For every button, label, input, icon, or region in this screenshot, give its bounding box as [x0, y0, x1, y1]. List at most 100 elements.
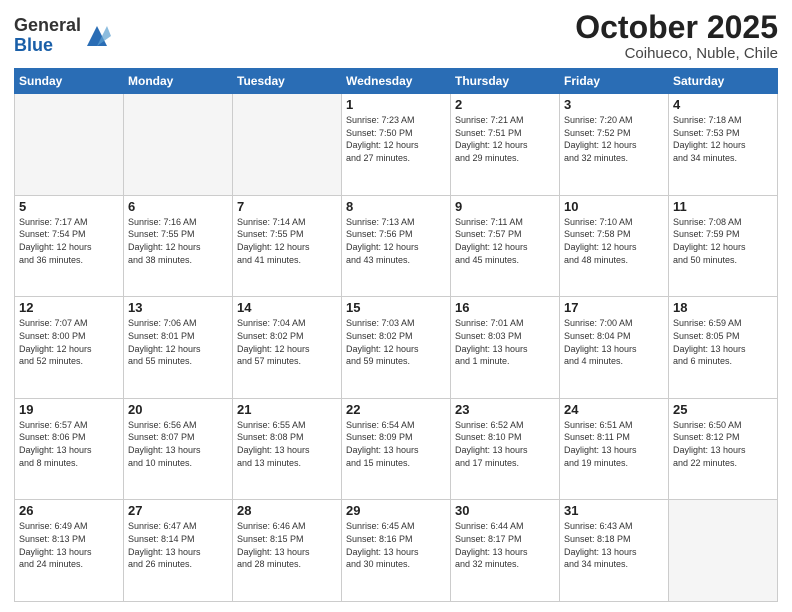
day-number: 16 — [455, 300, 555, 315]
calendar-cell: 18Sunrise: 6:59 AMSunset: 8:05 PMDayligh… — [669, 297, 778, 399]
calendar-header-row: Sunday Monday Tuesday Wednesday Thursday… — [15, 69, 778, 94]
col-saturday: Saturday — [669, 69, 778, 94]
calendar-cell: 6 Sunrise: 7:16 AMSunset: 7:55 PMDaylight… — [124, 195, 233, 297]
calendar-cell: 24 Sunrise: 6:51 AMSunset: 8:11 PMDayligh… — [560, 398, 669, 500]
calendar-table: Sunday Monday Tuesday Wednesday Thursday… — [14, 68, 778, 602]
calendar-cell: 27Sunrise: 6:47 AMSunset: 8:14 PMDayligh… — [124, 500, 233, 602]
calendar-cell: 11 Sunrise: 7:08 AMSunset: 7:59 PMDayligh… — [669, 195, 778, 297]
day-info: Sunrise: 6:43 AMSunset: 8:18 PMDaylight:… — [564, 520, 664, 570]
calendar-week-2: 5 Sunrise: 7:17 AMSunset: 7:54 PMDaylight… — [15, 195, 778, 297]
calendar-cell: 4 Sunrise: 7:18 AMSunset: 7:53 PMDaylight… — [669, 94, 778, 196]
calendar-cell: 28Sunrise: 6:46 AMSunset: 8:15 PMDayligh… — [233, 500, 342, 602]
day-info: Sunrise: 6:52 AMSunset: 8:10 PMDaylight:… — [455, 419, 555, 469]
calendar-cell — [669, 500, 778, 602]
day-info: Sunrise: 7:04 AMSunset: 8:02 PMDaylight:… — [237, 317, 337, 367]
day-number: 7 — [237, 199, 337, 214]
calendar-cell: 15Sunrise: 7:03 AMSunset: 8:02 PMDayligh… — [342, 297, 451, 399]
calendar-cell: 31Sunrise: 6:43 AMSunset: 8:18 PMDayligh… — [560, 500, 669, 602]
day-info: Sunrise: 7:14 AMSunset: 7:55 PMDaylight:… — [237, 216, 337, 266]
calendar-cell: 9 Sunrise: 7:11 AMSunset: 7:57 PMDaylight… — [451, 195, 560, 297]
day-number: 21 — [237, 402, 337, 417]
header: General Blue October 2025 Coihueco, Nubl… — [14, 10, 778, 62]
day-number: 6 — [128, 199, 228, 214]
col-wednesday: Wednesday — [342, 69, 451, 94]
day-number: 18 — [673, 300, 773, 315]
day-info: Sunrise: 6:50 AMSunset: 8:12 PMDaylight:… — [673, 419, 773, 469]
day-info: Sunrise: 7:16 AMSunset: 7:55 PMDaylight:… — [128, 216, 228, 266]
day-info: Sunrise: 7:23 AMSunset: 7:50 PMDaylight:… — [346, 114, 446, 164]
calendar-cell: 3 Sunrise: 7:20 AMSunset: 7:52 PMDaylight… — [560, 94, 669, 196]
day-number: 24 — [564, 402, 664, 417]
calendar-cell: 19Sunrise: 6:57 AMSunset: 8:06 PMDayligh… — [15, 398, 124, 500]
day-info: Sunrise: 7:01 AMSunset: 8:03 PMDaylight:… — [455, 317, 555, 367]
day-number: 22 — [346, 402, 446, 417]
day-info: Sunrise: 7:06 AMSunset: 8:01 PMDaylight:… — [128, 317, 228, 367]
col-monday: Monday — [124, 69, 233, 94]
day-info: Sunrise: 7:13 AMSunset: 7:56 PMDaylight:… — [346, 216, 446, 266]
day-info: Sunrise: 6:54 AMSunset: 8:09 PMDaylight:… — [346, 419, 446, 469]
calendar-cell: 17 Sunrise: 7:00 AMSunset: 8:04 PMDayligh… — [560, 297, 669, 399]
calendar-cell — [15, 94, 124, 196]
calendar-cell: 1 Sunrise: 7:23 AMSunset: 7:50 PMDaylight… — [342, 94, 451, 196]
day-info: Sunrise: 6:44 AMSunset: 8:17 PMDaylight:… — [455, 520, 555, 570]
col-thursday: Thursday — [451, 69, 560, 94]
day-number: 9 — [455, 199, 555, 214]
calendar-cell: 13Sunrise: 7:06 AMSunset: 8:01 PMDayligh… — [124, 297, 233, 399]
title-block: October 2025 Coihueco, Nuble, Chile — [575, 10, 778, 62]
day-number: 17 — [564, 300, 664, 315]
day-number: 1 — [346, 97, 446, 112]
day-info: Sunrise: 6:56 AMSunset: 8:07 PMDaylight:… — [128, 419, 228, 469]
day-number: 10 — [564, 199, 664, 214]
day-number: 27 — [128, 503, 228, 518]
calendar-cell: 8 Sunrise: 7:13 AMSunset: 7:56 PMDaylight… — [342, 195, 451, 297]
calendar-cell: 12 Sunrise: 7:07 AMSunset: 8:00 PMDayligh… — [15, 297, 124, 399]
day-number: 4 — [673, 97, 773, 112]
calendar-cell: 25 Sunrise: 6:50 AMSunset: 8:12 PMDayligh… — [669, 398, 778, 500]
logo: General Blue — [14, 16, 111, 56]
calendar-cell: 20Sunrise: 6:56 AMSunset: 8:07 PMDayligh… — [124, 398, 233, 500]
calendar-cell — [124, 94, 233, 196]
day-number: 26 — [19, 503, 119, 518]
day-number: 30 — [455, 503, 555, 518]
calendar-cell: 5 Sunrise: 7:17 AMSunset: 7:54 PMDaylight… — [15, 195, 124, 297]
calendar-cell: 26 Sunrise: 6:49 AMSunset: 8:13 PMDayligh… — [15, 500, 124, 602]
col-friday: Friday — [560, 69, 669, 94]
calendar-week-5: 26 Sunrise: 6:49 AMSunset: 8:13 PMDayligh… — [15, 500, 778, 602]
calendar-cell — [233, 94, 342, 196]
calendar-cell: 21Sunrise: 6:55 AMSunset: 8:08 PMDayligh… — [233, 398, 342, 500]
day-info: Sunrise: 6:45 AMSunset: 8:16 PMDaylight:… — [346, 520, 446, 570]
day-number: 14 — [237, 300, 337, 315]
day-info: Sunrise: 7:10 AMSunset: 7:58 PMDaylight:… — [564, 216, 664, 266]
day-info: Sunrise: 7:20 AMSunset: 7:52 PMDaylight:… — [564, 114, 664, 164]
day-info: Sunrise: 7:11 AMSunset: 7:57 PMDaylight:… — [455, 216, 555, 266]
day-info: Sunrise: 7:17 AMSunset: 7:54 PMDaylight:… — [19, 216, 119, 266]
day-info: Sunrise: 7:03 AMSunset: 8:02 PMDaylight:… — [346, 317, 446, 367]
day-info: Sunrise: 7:18 AMSunset: 7:53 PMDaylight:… — [673, 114, 773, 164]
day-number: 5 — [19, 199, 119, 214]
day-info: Sunrise: 6:57 AMSunset: 8:06 PMDaylight:… — [19, 419, 119, 469]
col-tuesday: Tuesday — [233, 69, 342, 94]
calendar-week-4: 19Sunrise: 6:57 AMSunset: 8:06 PMDayligh… — [15, 398, 778, 500]
calendar-week-3: 12 Sunrise: 7:07 AMSunset: 8:00 PMDayligh… — [15, 297, 778, 399]
day-info: Sunrise: 6:49 AMSunset: 8:13 PMDaylight:… — [19, 520, 119, 570]
day-number: 28 — [237, 503, 337, 518]
calendar-cell: 30 Sunrise: 6:44 AMSunset: 8:17 PMDayligh… — [451, 500, 560, 602]
day-number: 2 — [455, 97, 555, 112]
calendar-subtitle: Coihueco, Nuble, Chile — [575, 45, 778, 62]
calendar-cell: 14 Sunrise: 7:04 AMSunset: 8:02 PMDayligh… — [233, 297, 342, 399]
day-info: Sunrise: 6:51 AMSunset: 8:11 PMDaylight:… — [564, 419, 664, 469]
page: General Blue October 2025 Coihueco, Nubl… — [0, 0, 792, 612]
logo-general: General — [14, 15, 81, 35]
day-number: 25 — [673, 402, 773, 417]
calendar-cell: 10 Sunrise: 7:10 AMSunset: 7:58 PMDayligh… — [560, 195, 669, 297]
day-number: 8 — [346, 199, 446, 214]
day-info: Sunrise: 7:08 AMSunset: 7:59 PMDaylight:… — [673, 216, 773, 266]
day-number: 12 — [19, 300, 119, 315]
day-number: 11 — [673, 199, 773, 214]
day-number: 3 — [564, 97, 664, 112]
day-info: Sunrise: 7:07 AMSunset: 8:00 PMDaylight:… — [19, 317, 119, 367]
calendar-title: October 2025 — [575, 10, 778, 45]
calendar-week-1: 1 Sunrise: 7:23 AMSunset: 7:50 PMDaylight… — [15, 94, 778, 196]
day-info: Sunrise: 7:00 AMSunset: 8:04 PMDaylight:… — [564, 317, 664, 367]
calendar-cell: 7 Sunrise: 7:14 AMSunset: 7:55 PMDaylight… — [233, 195, 342, 297]
